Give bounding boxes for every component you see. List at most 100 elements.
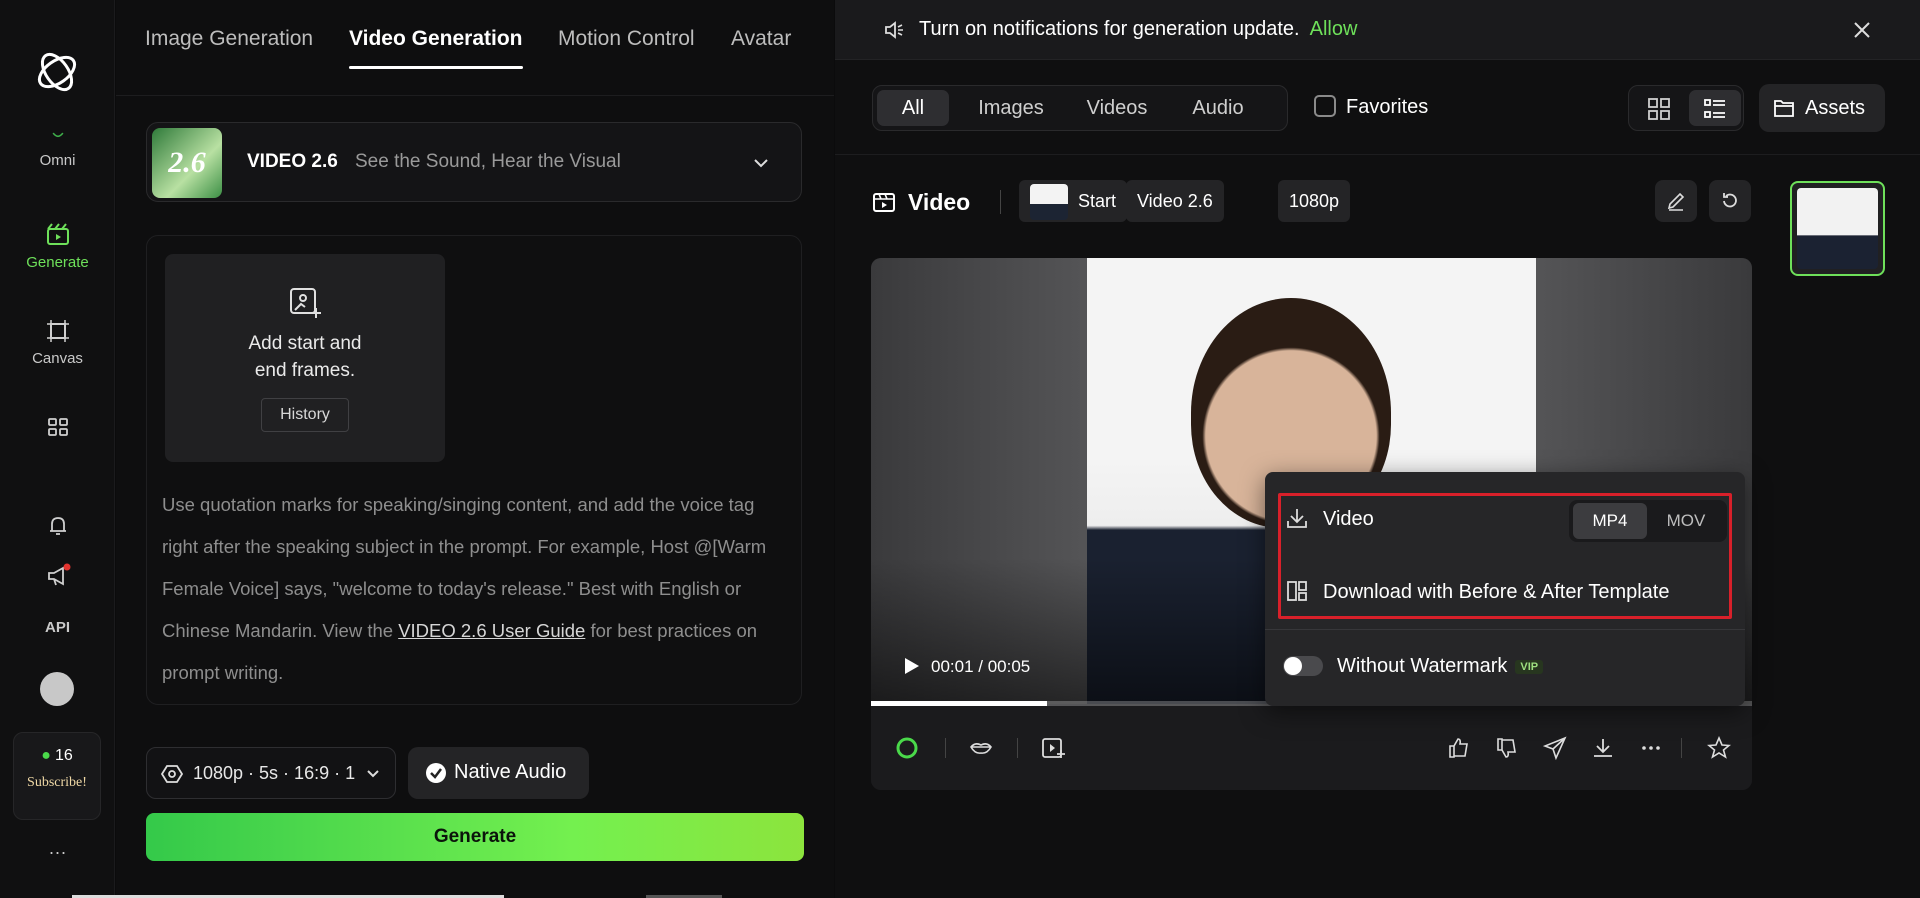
lip-sync-icon[interactable] <box>969 736 993 760</box>
more-icon[interactable] <box>1639 736 1663 760</box>
native-audio-toggle[interactable]: Native Audio <box>408 747 589 799</box>
star-icon[interactable] <box>1707 736 1731 760</box>
prompt-placeholder[interactable]: Use quotation marks for speaking/singing… <box>162 484 792 694</box>
generate-icon <box>46 223 69 245</box>
model-selector[interactable]: 2.6 VIDEO 2.6 See the Sound, Hear the Vi… <box>146 122 802 202</box>
creation-panel: Image Generation Video Generation Motion… <box>116 0 834 898</box>
omni-icon <box>52 132 63 138</box>
divider <box>945 738 946 758</box>
check-circle-icon <box>426 763 446 783</box>
notification-message: Turn on notifications for generation upd… <box>919 18 1358 40</box>
grid-view-button[interactable] <box>1633 90 1685 126</box>
start-frame-chip[interactable]: Start <box>1019 180 1128 222</box>
sidebar-item-api[interactable]: API <box>0 619 115 636</box>
video-title: Video <box>872 189 970 216</box>
media-filter: All Images Videos Audio <box>872 85 1288 131</box>
settings-summary: 1080p · 5s · 16:9 · 1 <box>193 763 356 783</box>
active-tab-indicator <box>349 66 523 69</box>
close-icon[interactable] <box>1852 20 1872 40</box>
credits-card[interactable]: ● 16 Subscribe! <box>13 732 101 820</box>
refresh-icon <box>1723 193 1737 208</box>
folder-icon <box>1774 100 1794 117</box>
result-thumbnail-image <box>1797 188 1878 269</box>
subscribe-link[interactable]: Subscribe! <box>14 775 100 791</box>
thumbs-down-icon[interactable] <box>1495 736 1519 760</box>
edit-button[interactable] <box>1655 180 1697 222</box>
model-thumbnail: 2.6 <box>152 128 222 198</box>
view-toggle <box>1628 85 1744 131</box>
filter-all[interactable]: All <box>877 90 949 126</box>
notifications-button[interactable] <box>0 513 115 545</box>
assets-button[interactable]: Assets <box>1759 84 1885 132</box>
divider <box>1017 738 1018 758</box>
generate-button[interactable]: Generate <box>146 813 804 861</box>
sidebar-item-canvas[interactable]: Canvas <box>0 318 115 367</box>
assets-label: Assets <box>1805 97 1866 119</box>
sidebar-item-label: Omni <box>39 152 76 169</box>
generation-settings-dropdown[interactable]: 1080p · 5s · 16:9 · 1 <box>146 747 396 799</box>
sidebar-item-generate[interactable]: Generate <box>0 222 115 271</box>
share-icon[interactable] <box>1543 736 1567 760</box>
video-toolbar <box>871 706 1752 790</box>
notification-banner: Turn on notifications for generation upd… <box>835 0 1920 60</box>
model-name: VIDEO 2.6 <box>247 151 338 172</box>
omni-icon[interactable] <box>895 736 919 760</box>
vip-badge: VIP <box>1515 660 1544 674</box>
prompt-area[interactable]: Add start and end frames. History Use qu… <box>146 235 802 705</box>
format-selector: MP4 MOV <box>1569 500 1727 542</box>
filter-videos[interactable]: Videos <box>1071 90 1163 126</box>
video-icon <box>873 193 895 212</box>
more-button[interactable]: ··· <box>0 842 115 863</box>
model-tagline: See the Sound, Hear the Visual <box>355 151 621 172</box>
announcements-button[interactable] <box>0 563 115 595</box>
sidebar-item-label: API <box>44 619 70 636</box>
pencil-icon <box>1667 192 1685 211</box>
credit-drop-icon: ● <box>41 747 51 764</box>
divider <box>1681 738 1682 758</box>
regenerate-button[interactable] <box>1709 180 1751 222</box>
canvas-icon <box>46 320 69 342</box>
filter-audio[interactable]: Audio <box>1173 90 1263 126</box>
sidebar-item-label: Canvas <box>32 350 83 367</box>
filter-images[interactable]: Images <box>961 90 1061 126</box>
watermark-toggle[interactable] <box>1283 656 1323 676</box>
favorites-checkbox[interactable]: Favorites <box>1314 95 1428 119</box>
start-frame-thumbnail <box>1030 184 1068 221</box>
format-mov[interactable]: MOV <box>1649 503 1723 539</box>
format-mp4[interactable]: MP4 <box>1573 503 1647 539</box>
resolution-chip: 1080p <box>1278 180 1351 222</box>
tab-motion-control[interactable]: Motion Control <box>558 27 695 51</box>
divider <box>1265 629 1745 630</box>
tab-video-generation[interactable]: Video Generation <box>349 27 523 51</box>
allow-notifications-link[interactable]: Allow <box>1310 18 1358 40</box>
chevron-down-icon <box>754 159 768 168</box>
grid-icon <box>1648 98 1670 120</box>
user-guide-link[interactable]: VIDEO 2.6 User Guide <box>398 620 585 641</box>
result-thumbnail[interactable] <box>1790 181 1885 276</box>
chevron-down-icon <box>367 770 379 778</box>
extend-video-icon[interactable] <box>1041 736 1065 760</box>
list-view-button[interactable] <box>1689 90 1741 126</box>
download-icon <box>1287 509 1307 528</box>
download-video-option[interactable]: Video <box>1285 506 1374 531</box>
download-template-option[interactable]: Download with Before & After Template <box>1285 579 1669 604</box>
tab-image-generation[interactable]: Image Generation <box>145 27 313 51</box>
speaker-icon <box>885 21 903 39</box>
divider <box>1000 190 1001 214</box>
checkbox[interactable] <box>1314 95 1336 117</box>
sidebar-item-apps[interactable] <box>0 414 115 446</box>
tab-avatar[interactable]: Avatar <box>731 27 791 51</box>
sidebar-item-omni[interactable]: Omni <box>0 132 115 169</box>
thumbs-up-icon[interactable] <box>1447 736 1471 760</box>
start-end-frames-upload[interactable]: Add start and end frames. History <box>165 254 445 462</box>
download-icon[interactable] <box>1591 736 1615 760</box>
app-logo-icon[interactable] <box>33 48 81 96</box>
playback-time: 00:01 / 00:05 <box>931 657 1031 676</box>
left-rail: Omni Generate Canvas API ● 16 Subscribe!… <box>0 0 115 898</box>
play-icon[interactable] <box>901 656 921 676</box>
credits-count: ● 16 <box>41 747 73 764</box>
template-layout-icon <box>1287 581 1307 601</box>
history-button[interactable]: History <box>261 398 349 432</box>
avatar[interactable] <box>40 672 74 706</box>
add-image-icon <box>290 288 321 318</box>
